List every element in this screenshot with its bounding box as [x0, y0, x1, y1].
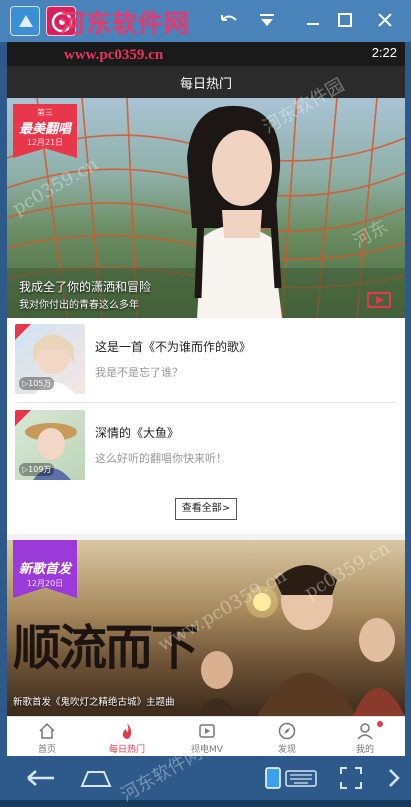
song-title: 深情的《大鱼》: [95, 426, 180, 440]
song-thumbnail: ▷109万: [15, 410, 85, 480]
emulator-app-icon[interactable]: [10, 6, 40, 36]
compass-icon: [278, 722, 296, 740]
tab-discover[interactable]: 发现: [247, 717, 327, 756]
badge-date: 12月20日: [26, 579, 64, 588]
mv-icon: [199, 724, 215, 738]
featured-subtitle: 我对你付出的青春这么多年: [19, 300, 139, 311]
watermark-logo: 河东软件网: [60, 9, 191, 38]
tab-label: 发现: [277, 745, 296, 755]
chevron-right-icon[interactable]: [384, 764, 404, 792]
thumb-corner-tag: [15, 324, 31, 340]
song-subtitle: 这么好听的翻唱你快来听！: [95, 452, 227, 465]
tab-label: 首页: [37, 745, 56, 755]
play-count: ▷109万: [19, 463, 55, 476]
badge-title: 新歌首发: [18, 562, 71, 577]
minimize-icon[interactable]: [302, 9, 324, 31]
android-screen: 2:22 每日热门 第三 最美翻唱 12月21日 我成全了你的潇洒和冒险 我对你…: [7, 42, 405, 756]
tab-label: 每日热门: [108, 745, 145, 755]
list-divider: [15, 402, 397, 403]
new-song-banner[interactable]: 新歌首发 12月20日 顺流而下 新歌首发《鬼吹灯之精绝古城》主题曲: [7, 540, 405, 716]
watermark-url: www.pc0359.cn: [64, 47, 164, 63]
notification-dot: [377, 721, 383, 727]
tab-label: 我的: [355, 745, 374, 755]
emulator-titlebar: 河东软件网: [0, 0, 411, 42]
tab-mv[interactable]: 视电MV: [167, 717, 247, 756]
home-nav-icon[interactable]: [78, 764, 114, 792]
app-header: 每日热门: [7, 66, 405, 98]
status-time: 2:22: [371, 45, 397, 60]
tab-mine[interactable]: 我的: [325, 717, 405, 756]
play-count: ▷105万: [19, 377, 55, 390]
page-title: 每日热门: [179, 77, 232, 92]
new-song-caption: 新歌首发《鬼吹灯之精绝古城》主题曲: [13, 697, 175, 708]
tab-daily-hot[interactable]: 每日热门: [87, 717, 167, 756]
flame-icon: [122, 723, 132, 739]
badge-date: 12月21日: [26, 138, 64, 147]
singer-photo: [187, 105, 282, 318]
emulator-dropdown-icon[interactable]: [256, 9, 278, 31]
android-nav-bar: [0, 756, 411, 800]
featured-title: 我成全了你的潇洒和冒险: [19, 280, 152, 294]
fullscreen-icon[interactable]: [336, 764, 366, 792]
badge-rank: 第三: [37, 108, 53, 117]
video-play-icon[interactable]: [367, 292, 391, 308]
play-count-value: 109万: [28, 465, 52, 474]
play-count-value: 105万: [28, 379, 52, 388]
close-icon[interactable]: [374, 9, 396, 31]
maximize-icon[interactable]: [334, 9, 356, 31]
view-all-button[interactable]: 查看全部>: [175, 498, 237, 520]
poster-title: 顺流而下: [13, 620, 199, 676]
home-icon: [39, 722, 55, 739]
thumb-corner-tag: [15, 410, 31, 426]
emulator-back-icon[interactable]: [218, 9, 240, 31]
bottom-tab-bar: 首页 每日热门 视电MV 发现 我的: [7, 716, 405, 756]
badge-title: 最美翻唱: [18, 122, 71, 137]
featured-banner[interactable]: 第三 最美翻唱 12月21日 我成全了你的潇洒和冒险 我对你付出的青春这么多年: [7, 98, 405, 318]
back-icon[interactable]: [22, 764, 62, 792]
list-item[interactable]: ▷109万 深情的《大鱼》 这么好听的翻唱你快来听！: [7, 404, 405, 488]
list-item[interactable]: ▷105万 这是一首《不为谁而作的歌》 我是不是忘了谁？: [7, 318, 405, 402]
user-icon: [357, 723, 373, 740]
song-thumbnail: ▷105万: [15, 324, 85, 394]
tab-label: 视电MV: [191, 745, 223, 755]
emulator-window: 河东软件网 2:22 每日热门 第三 最美翻唱 12月21日 我成全了你的潇洒和…: [0, 0, 411, 806]
keyboard-icon[interactable]: [264, 764, 320, 792]
tab-home[interactable]: 首页: [7, 717, 87, 756]
song-subtitle: 我是不是忘了谁？: [95, 366, 183, 379]
song-title: 这是一首《不为谁而作的歌》: [95, 340, 252, 354]
